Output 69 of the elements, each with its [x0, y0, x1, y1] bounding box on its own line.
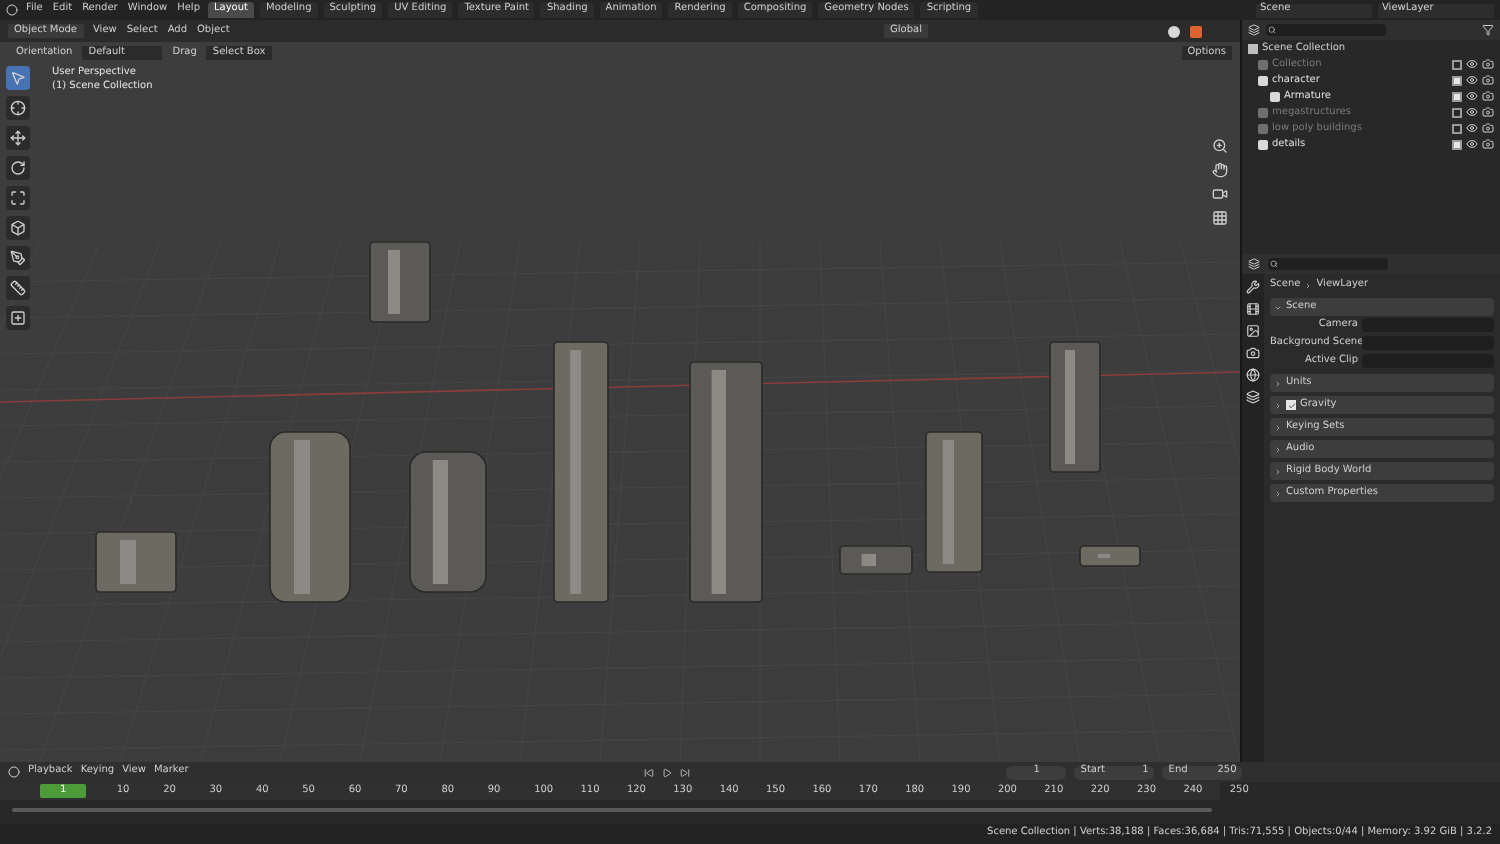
search-icon — [1270, 260, 1278, 268]
move-icon — [10, 130, 26, 146]
checkbox[interactable] — [1452, 107, 1462, 117]
eye-icon[interactable] — [1466, 138, 1478, 150]
eye-icon[interactable] — [1466, 122, 1478, 134]
properties-tab-icon[interactable] — [1246, 280, 1260, 294]
properties-tab-icon[interactable] — [1246, 324, 1260, 338]
checkbox[interactable] — [1286, 400, 1296, 410]
cube-icon — [10, 220, 26, 236]
checkbox[interactable] — [1452, 139, 1462, 149]
grid-icon[interactable] — [1212, 210, 1228, 226]
timeline-scrollbar[interactable] — [12, 808, 1212, 812]
panel-model — [95, 531, 177, 593]
search-field[interactable] — [1266, 24, 1386, 36]
antenna-model — [1049, 341, 1101, 473]
properties-tab-icon[interactable] — [1246, 368, 1260, 382]
tool-button[interactable] — [6, 156, 30, 180]
jump-end-icon[interactable] — [680, 767, 691, 777]
slab-model — [839, 545, 913, 575]
camera-icon[interactable] — [1482, 90, 1494, 102]
jump-start-icon[interactable] — [644, 767, 655, 777]
checkbox[interactable] — [1452, 59, 1462, 69]
eye-icon[interactable] — [1466, 106, 1478, 118]
crosshair-icon — [10, 100, 26, 116]
tool-button[interactable] — [6, 186, 30, 210]
ruler-icon — [10, 280, 26, 296]
checkbox[interactable] — [1452, 75, 1462, 85]
eye-icon[interactable] — [1466, 90, 1478, 102]
hand-icon[interactable] — [1212, 162, 1228, 178]
tool-button[interactable] — [6, 306, 30, 330]
camera-icon[interactable] — [1482, 58, 1494, 70]
properties-tab-icon[interactable] — [1246, 346, 1260, 360]
add-icon — [10, 310, 26, 326]
app-logo-icon[interactable] — [6, 4, 18, 16]
checkbox[interactable] — [1452, 91, 1462, 101]
checkbox[interactable] — [1452, 123, 1462, 133]
tool-button[interactable] — [6, 276, 30, 300]
tool-button[interactable] — [6, 216, 30, 240]
tool-button[interactable] — [6, 96, 30, 120]
input-field[interactable] — [1362, 318, 1494, 332]
pen-icon — [10, 250, 26, 266]
play-icon[interactable] — [662, 767, 673, 777]
check-icon — [1287, 401, 1295, 409]
properties-tab-icon[interactable] — [1246, 302, 1260, 316]
rotate-icon — [10, 160, 26, 176]
filter-icon[interactable] — [1482, 24, 1494, 36]
tool-button[interactable] — [6, 126, 30, 150]
tool-button[interactable] — [6, 246, 30, 270]
camera-icon[interactable] — [1482, 74, 1494, 86]
slab-model — [1079, 545, 1141, 567]
tool-button[interactable] — [6, 66, 30, 90]
properties-tab-icon[interactable] — [1246, 390, 1260, 404]
camera-icon[interactable] — [1482, 106, 1494, 118]
search-icon — [1268, 26, 1276, 34]
camera-icon[interactable] — [1482, 138, 1494, 150]
camera-icon[interactable] — [1482, 122, 1494, 134]
tank-model — [409, 451, 487, 593]
pylon-model — [925, 431, 983, 573]
eye-icon[interactable] — [1466, 74, 1478, 86]
editor-type-icon[interactable] — [8, 766, 20, 778]
scale-icon — [10, 190, 26, 206]
generator-model — [369, 241, 431, 323]
search-field[interactable] — [1268, 258, 1388, 270]
editor-type-icon[interactable] — [1248, 24, 1260, 36]
eye-icon[interactable] — [1466, 58, 1478, 70]
camera-icon[interactable] — [1212, 186, 1228, 202]
zoom-icon[interactable] — [1212, 138, 1228, 154]
select-icon — [10, 70, 26, 86]
editor-type-icon[interactable] — [1248, 258, 1260, 270]
